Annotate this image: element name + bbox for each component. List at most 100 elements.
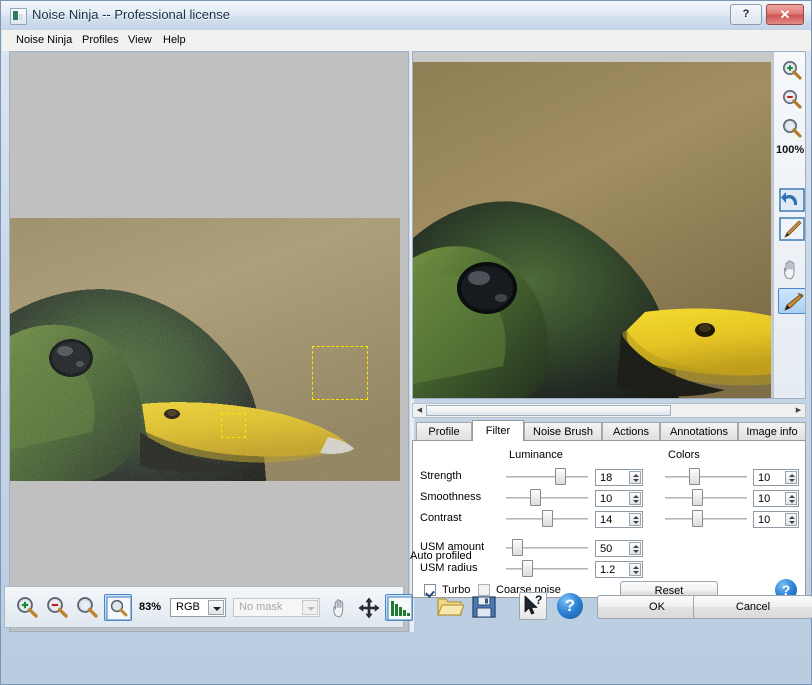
spinner-buttons-icon[interactable] bbox=[785, 492, 797, 505]
status-text: Auto profiled bbox=[410, 550, 472, 562]
chevron-down-icon[interactable] bbox=[208, 600, 224, 615]
svg-text:?: ? bbox=[535, 593, 542, 607]
context-help-icon[interactable]: ? bbox=[519, 592, 547, 620]
slider-thumb[interactable] bbox=[530, 489, 541, 506]
spin-strength-luminance[interactable]: 18 bbox=[595, 469, 643, 486]
spin-contrast-luminance[interactable]: 14 bbox=[595, 511, 643, 528]
spin-value: 50 bbox=[600, 543, 613, 555]
spin-value: 10 bbox=[758, 472, 771, 484]
scroll-thumb[interactable] bbox=[426, 405, 671, 416]
slider-usm-amount[interactable] bbox=[506, 539, 588, 556]
hand-icon[interactable] bbox=[780, 258, 804, 282]
tab-image-info[interactable]: Image info bbox=[738, 422, 806, 441]
scroll-left-arrow-icon[interactable]: ◀ bbox=[414, 405, 425, 416]
brush-off-icon[interactable] bbox=[779, 217, 805, 241]
zoom-fit-icon[interactable] bbox=[75, 596, 99, 620]
preview-panel[interactable]: 100% bbox=[412, 51, 806, 399]
open-folder-icon[interactable] bbox=[436, 594, 465, 620]
spin-value: 1.2 bbox=[600, 564, 616, 576]
spin-value: 10 bbox=[758, 493, 771, 505]
slider-track bbox=[665, 497, 747, 499]
spinner-buttons-icon[interactable] bbox=[629, 513, 641, 526]
undo-icon[interactable] bbox=[779, 188, 805, 212]
save-disk-icon[interactable] bbox=[471, 594, 497, 620]
spin-strength-colors[interactable]: 10 bbox=[753, 469, 799, 486]
spin-smoothness-colors[interactable]: 10 bbox=[753, 490, 799, 507]
slider-smoothness-colors[interactable] bbox=[665, 489, 747, 506]
slider-thumb[interactable] bbox=[512, 539, 523, 556]
zoom-in-icon[interactable] bbox=[781, 60, 803, 82]
titlebar-close-button[interactable]: ✕ bbox=[766, 4, 804, 25]
tab-profile[interactable]: Profile bbox=[416, 422, 472, 441]
group-label-luminance: Luminance bbox=[509, 449, 563, 461]
spin-value: 10 bbox=[600, 493, 613, 505]
slider-strength-luminance[interactable] bbox=[506, 468, 588, 485]
noise-sample-box-large[interactable] bbox=[312, 346, 368, 400]
tab-bar: Profile Filter Noise Brush Actions Annot… bbox=[412, 420, 806, 441]
spinner-buttons-icon[interactable] bbox=[629, 492, 641, 505]
preview-hscrollbar[interactable]: ◀ ▶ bbox=[412, 403, 806, 418]
scroll-right-arrow-icon[interactable]: ▶ bbox=[793, 405, 804, 416]
noise-sample-box-small[interactable] bbox=[221, 413, 246, 438]
zoom-out-icon[interactable] bbox=[45, 596, 69, 620]
filter-panel: Luminance Colors Strength 18 10 Smoothne… bbox=[412, 440, 806, 602]
filtered-preview-canvas[interactable] bbox=[413, 62, 771, 398]
slider-track bbox=[506, 497, 588, 499]
slider-smoothness-luminance[interactable] bbox=[506, 489, 588, 506]
slider-thumb[interactable] bbox=[689, 468, 700, 485]
zoom-percent-label: 83% bbox=[139, 601, 162, 613]
original-image-panel[interactable] bbox=[9, 51, 409, 632]
titlebar-help-button[interactable]: ? bbox=[730, 4, 762, 25]
menu-item-help[interactable]: Help bbox=[157, 33, 192, 48]
slider-track bbox=[506, 476, 588, 478]
bottom-left-toolbar: 83% RGB No mask bbox=[4, 586, 413, 628]
spin-value: 18 bbox=[600, 472, 613, 484]
tab-actions[interactable]: Actions bbox=[602, 422, 660, 441]
spin-contrast-colors[interactable]: 10 bbox=[753, 511, 799, 528]
slider-thumb[interactable] bbox=[692, 510, 703, 527]
chevron-down-icon bbox=[302, 600, 318, 615]
tab-noise-brush[interactable]: Noise Brush bbox=[524, 422, 602, 441]
spinner-buttons-icon[interactable] bbox=[785, 471, 797, 484]
menu-bar: Noise Ninja Profiles View Help bbox=[2, 30, 811, 51]
slider-track bbox=[506, 568, 588, 570]
slider-thumb[interactable] bbox=[522, 560, 533, 577]
spinner-buttons-icon[interactable] bbox=[785, 513, 797, 526]
spinner-buttons-icon[interactable] bbox=[629, 471, 641, 484]
spin-value: 10 bbox=[758, 514, 771, 526]
menu-item-view[interactable]: View bbox=[122, 33, 158, 48]
slider-usm-radius[interactable] bbox=[506, 560, 588, 577]
help-icon[interactable]: ? bbox=[557, 593, 583, 619]
slider-contrast-luminance[interactable] bbox=[506, 510, 588, 527]
slider-thumb[interactable] bbox=[692, 489, 703, 506]
menu-item-noise-ninja[interactable]: Noise Ninja bbox=[10, 33, 78, 48]
channel-select-value: RGB bbox=[176, 601, 200, 613]
tab-annotations[interactable]: Annotations bbox=[660, 422, 738, 441]
zoom-out-icon[interactable] bbox=[781, 89, 803, 111]
spin-usm-amount[interactable]: 50 bbox=[595, 540, 643, 557]
zoom-fit-icon[interactable] bbox=[781, 118, 803, 140]
tab-filter[interactable]: Filter bbox=[472, 420, 524, 441]
move-icon[interactable] bbox=[358, 597, 380, 619]
preview-zoom-label: 100% bbox=[776, 144, 805, 156]
content-area: 100% ◀ ▶ Profile Filter Noise Brush Acti… bbox=[6, 51, 808, 646]
slider-contrast-colors[interactable] bbox=[665, 510, 747, 527]
zoom-select-icon[interactable] bbox=[104, 594, 132, 621]
cancel-button[interactable]: Cancel bbox=[693, 595, 812, 619]
hand-icon[interactable] bbox=[330, 597, 352, 619]
spinner-buttons-icon[interactable] bbox=[629, 542, 641, 555]
channel-select[interactable]: RGB bbox=[170, 598, 226, 617]
spin-smoothness-luminance[interactable]: 10 bbox=[595, 490, 643, 507]
spin-usm-radius[interactable]: 1.2 bbox=[595, 561, 643, 578]
zoom-in-icon[interactable] bbox=[15, 596, 39, 620]
slider-track bbox=[665, 518, 747, 520]
right-pane: 100% ◀ ▶ Profile Filter Noise Brush Acti… bbox=[412, 51, 806, 632]
app-window: Noise Ninja -- Professional license ? ✕ … bbox=[0, 0, 812, 685]
spinner-buttons-icon[interactable] bbox=[629, 563, 641, 576]
slider-thumb[interactable] bbox=[555, 468, 566, 485]
menu-item-profiles[interactable]: Profiles bbox=[76, 33, 125, 48]
brush-icon[interactable] bbox=[778, 288, 805, 314]
slider-thumb[interactable] bbox=[542, 510, 553, 527]
slider-strength-colors[interactable] bbox=[665, 468, 747, 485]
preview-toolbar: 100% bbox=[773, 52, 805, 398]
